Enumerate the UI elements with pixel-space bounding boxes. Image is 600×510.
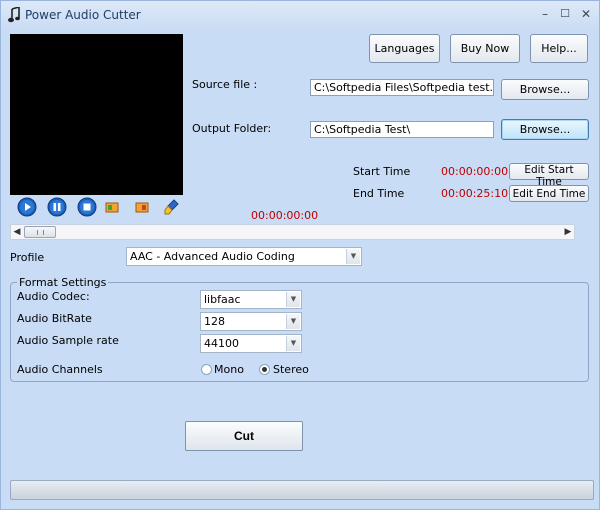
mark-start-icon[interactable]	[105, 200, 120, 215]
audio-bitrate-label: Audio BitRate	[17, 312, 92, 325]
chevron-down-icon[interactable]: ▼	[286, 292, 300, 307]
profile-value: AAC - Advanced Audio Coding	[130, 250, 295, 263]
seek-left-arrow-icon[interactable]: ◀	[12, 227, 22, 238]
format-settings-title: Format Settings	[17, 276, 109, 289]
audio-codec-select[interactable]: libfaac ▼	[200, 290, 302, 309]
audio-bitrate-value: 128	[204, 315, 225, 328]
close-button[interactable]: ✕	[576, 5, 596, 23]
title-bar: Power Audio Cutter – ☐ ✕	[1, 1, 599, 29]
window-title: Power Audio Cutter	[25, 8, 141, 22]
seek-scrollbar[interactable]: ◀ ▶	[10, 224, 575, 240]
buy-now-button[interactable]: Buy Now	[450, 34, 520, 63]
current-time-value: 00:00:00:00	[251, 209, 319, 222]
music-note-icon	[8, 7, 20, 23]
chevron-down-icon[interactable]: ▼	[346, 249, 360, 264]
audio-codec-label: Audio Codec:	[17, 290, 90, 303]
audio-channels-label: Audio Channels	[17, 363, 103, 376]
minimize-button[interactable]: –	[535, 5, 555, 23]
source-file-label: Source file :	[192, 78, 258, 91]
profile-select[interactable]: AAC - Advanced Audio Coding ▼	[126, 247, 362, 266]
chevron-down-icon[interactable]: ▼	[286, 314, 300, 329]
mark-end-icon[interactable]	[135, 200, 150, 215]
audio-codec-value: libfaac	[204, 293, 241, 306]
stop-icon[interactable]	[77, 197, 97, 217]
audio-samplerate-select[interactable]: 44100 ▼	[200, 334, 302, 353]
edit-start-time-button[interactable]: Edit Start Time	[509, 163, 589, 188]
output-browse-button[interactable]: Browse...	[501, 119, 589, 140]
cut-button[interactable]: Cut	[185, 421, 303, 451]
audio-bitrate-select[interactable]: 128 ▼	[200, 312, 302, 331]
progress-bar	[10, 480, 594, 500]
maximize-button[interactable]: ☐	[555, 5, 575, 23]
source-file-input[interactable]: C:\Softpedia Files\Softpedia test.mp3	[310, 79, 494, 96]
clear-icon[interactable]	[164, 199, 180, 215]
source-browse-button[interactable]: Browse...	[501, 79, 589, 100]
app-window: Power Audio Cutter – ☐ ✕ Languages Buy N…	[0, 0, 600, 510]
help-button[interactable]: Help...	[530, 34, 588, 63]
profile-label: Profile	[10, 251, 45, 264]
mono-label: Mono	[214, 363, 244, 376]
edit-end-time-button[interactable]: Edit End Time	[509, 185, 589, 202]
audio-samplerate-label: Audio Sample rate	[17, 334, 119, 347]
video-preview	[10, 34, 183, 195]
stereo-radio[interactable]	[259, 364, 270, 375]
start-time-label: Start Time	[353, 165, 411, 178]
chevron-down-icon[interactable]: ▼	[286, 336, 300, 351]
stereo-label: Stereo	[273, 363, 309, 376]
seek-thumb[interactable]	[24, 226, 56, 238]
end-time-label: End Time	[353, 187, 405, 200]
play-icon[interactable]	[17, 197, 37, 217]
languages-button[interactable]: Languages	[369, 34, 440, 63]
output-folder-input[interactable]: C:\Softpedia Test\	[310, 121, 494, 138]
pause-icon[interactable]	[47, 197, 67, 217]
end-time-value: 00:00:25:10	[441, 187, 509, 200]
seek-right-arrow-icon[interactable]: ▶	[563, 227, 573, 238]
output-folder-label: Output Folder:	[192, 122, 272, 135]
mono-radio[interactable]	[201, 364, 212, 375]
start-time-value: 00:00:00:00	[441, 165, 509, 178]
audio-samplerate-value: 44100	[204, 337, 239, 350]
